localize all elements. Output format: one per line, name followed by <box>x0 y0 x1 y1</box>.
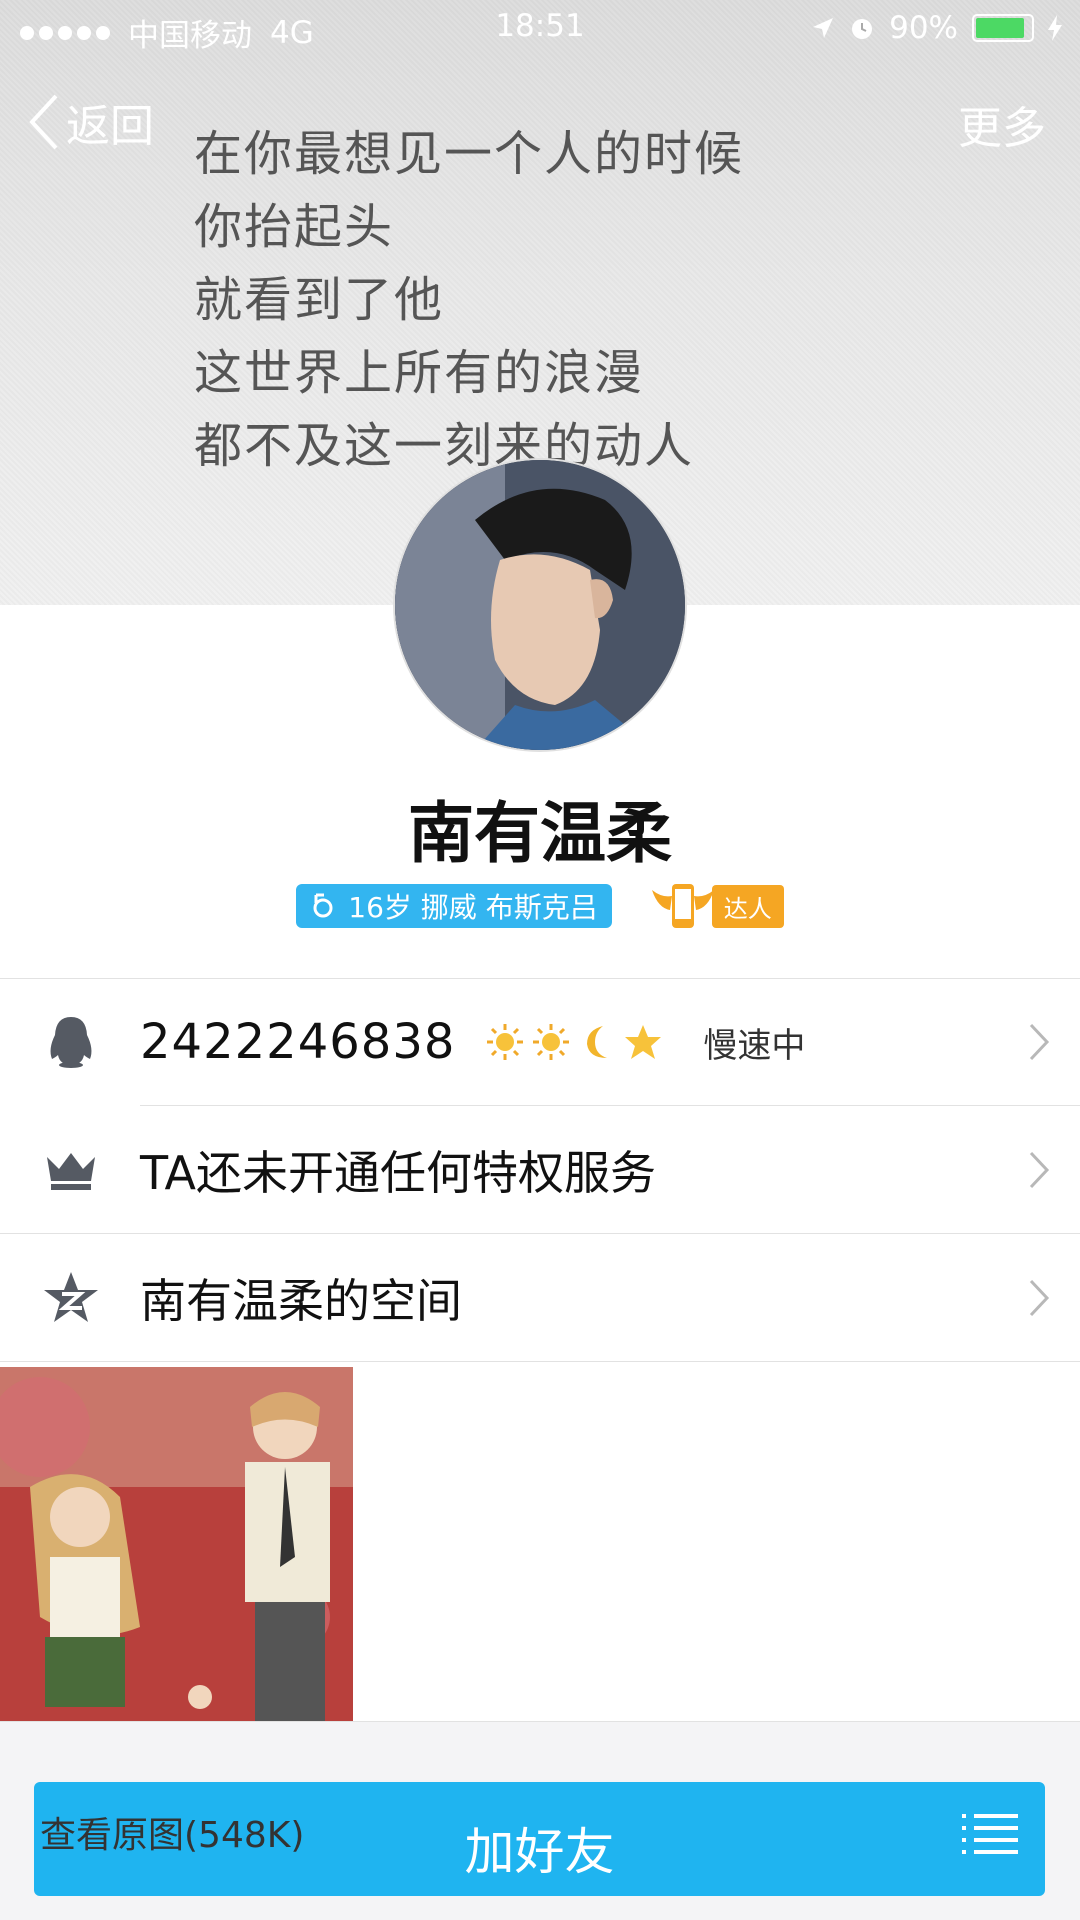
location-arrow-icon <box>813 18 834 38</box>
speed-status: 慢速中 <box>703 1025 806 1066</box>
phone-angel-icon <box>651 884 714 928</box>
sun-icon <box>533 1024 570 1060</box>
info-list: 2422246838 慢速中 TA还未开通任何特权服务 南有温柔的空间 <box>0 978 1080 1362</box>
charging-icon <box>1048 15 1062 41</box>
battery-icon <box>972 14 1034 42</box>
chevron-right-icon <box>1029 1023 1050 1061</box>
poem-line: 在你最想见一个人的时候 <box>194 126 745 182</box>
qq-level-row[interactable]: 2422246838 慢速中 <box>0 978 1080 1106</box>
view-original-link[interactable]: 查看原图(548K) <box>40 1806 304 1858</box>
privilege-row[interactable]: TA还未开通任何特权服务 <box>0 1106 1080 1234</box>
chevron-left-icon <box>29 94 58 150</box>
qq-penguin-icon <box>36 1015 106 1069</box>
cover-poem: 在你最想见一个人的时候 你抬起头 就看到了他 这世界上所有的浪漫 都不及这一刻来… <box>194 118 744 483</box>
qzone-photo[interactable] <box>0 1367 353 1721</box>
poem-line: 这世界上所有的浪漫 <box>194 345 645 401</box>
info-tag: 16岁 挪威 布斯克吕 <box>296 884 612 928</box>
profile-tags: 16岁 挪威 布斯克吕 达人 <box>0 880 1080 932</box>
list-menu-icon[interactable] <box>960 1810 1020 1860</box>
moon-icon <box>587 1026 608 1058</box>
battery-percent: 90% <box>889 10 958 46</box>
status-bar: 中国移动 4G 18:51 90% <box>0 0 1080 58</box>
crown-icon <box>36 1149 106 1191</box>
info-tag-text: 16岁 挪威 布斯克吕 <box>348 891 598 924</box>
poem-line: 都不及这一刻来的动人 <box>194 418 695 474</box>
privilege-text: TA还未开通任何特权服务 <box>140 1146 656 1200</box>
qzone-row[interactable]: 南有温柔的空间 <box>0 1234 1080 1362</box>
level-icons <box>485 1022 663 1062</box>
chevron-right-icon <box>1029 1151 1050 1189</box>
chevron-right-icon <box>1029 1279 1050 1317</box>
status-right: 90% <box>811 10 1062 46</box>
more-button[interactable]: 更多 <box>958 92 1046 156</box>
back-button[interactable]: 返回 <box>26 90 154 154</box>
alarm-icon <box>852 19 873 39</box>
male-icon <box>313 893 333 918</box>
avatar[interactable] <box>393 458 687 752</box>
back-label: 返回 <box>66 101 154 152</box>
profile-name: 南有温柔 <box>408 795 672 872</box>
qzone-text: 南有温柔的空间 <box>140 1274 462 1328</box>
daren-label: 达人 <box>711 884 784 928</box>
star-icon <box>625 1025 662 1059</box>
poem-line: 就看到了他 <box>194 272 445 328</box>
poem-line: 你抬起头 <box>194 199 395 255</box>
sun-icon <box>487 1024 524 1060</box>
divider <box>0 1361 1080 1362</box>
qzone-photo-strip <box>0 1367 1080 1722</box>
qzone-star-icon <box>36 1270 106 1326</box>
qq-number: 2422246838 <box>140 1014 456 1070</box>
daren-badge[interactable]: 达人 <box>646 880 784 932</box>
